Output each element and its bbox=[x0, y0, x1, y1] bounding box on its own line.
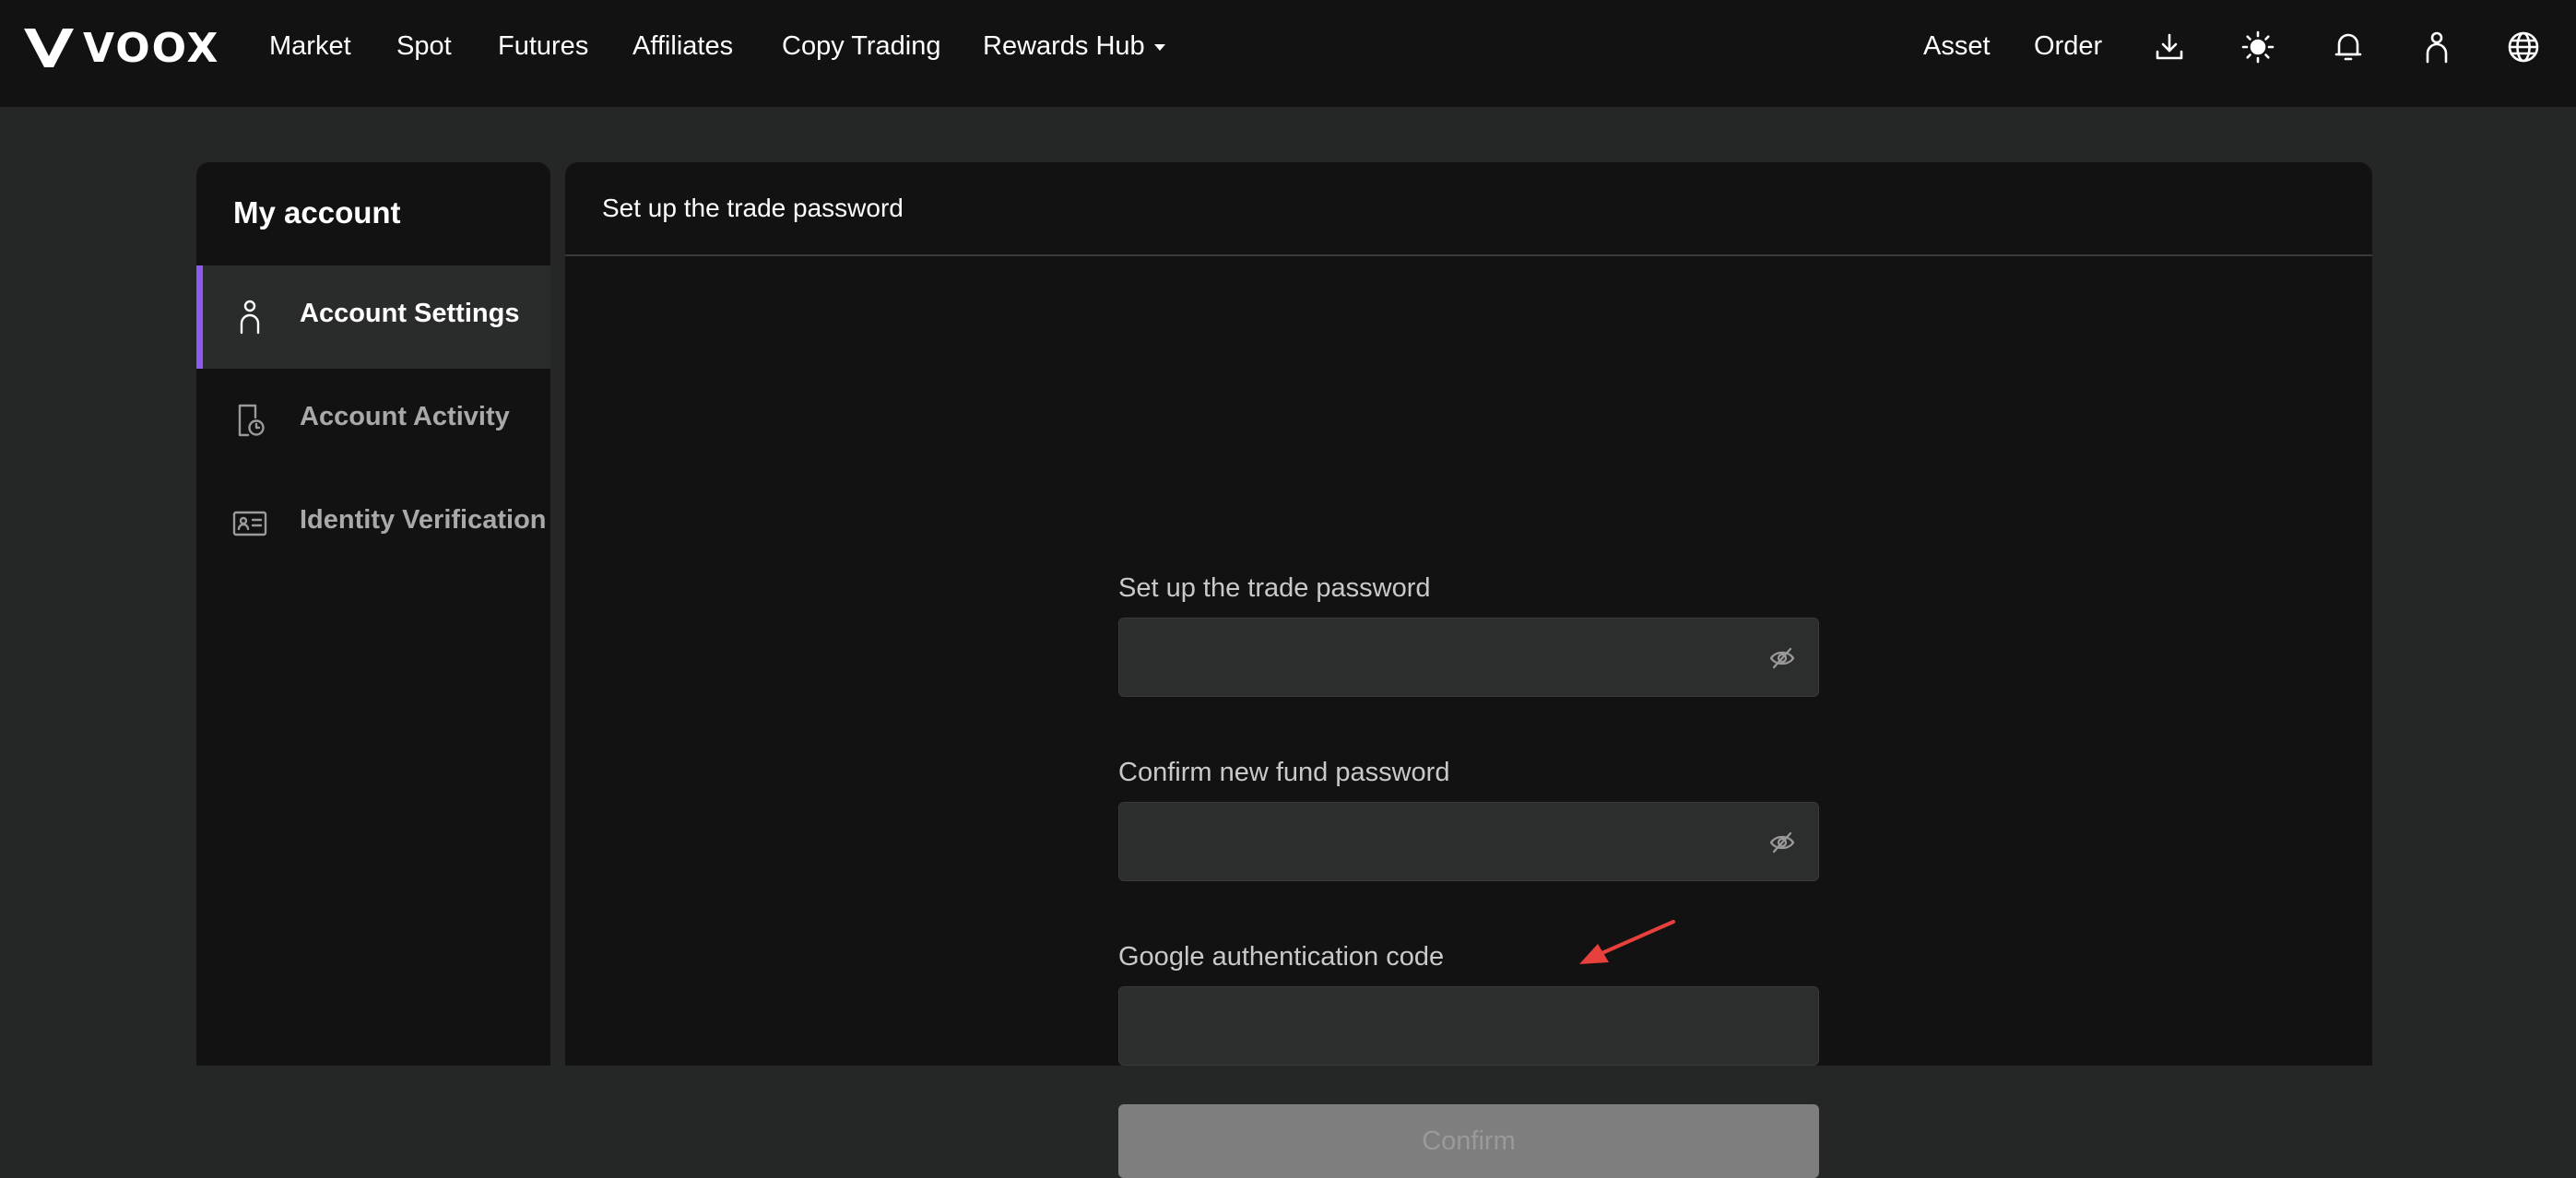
user-icon[interactable] bbox=[2417, 28, 2456, 66]
sidebar-item-identity-verification[interactable]: Identity Verification bbox=[196, 472, 550, 575]
bell-icon[interactable] bbox=[2329, 28, 2368, 66]
globe-icon[interactable] bbox=[2504, 28, 2543, 66]
nav-link-spot[interactable]: Spot bbox=[396, 28, 452, 65]
voox-logo-icon bbox=[24, 29, 74, 67]
download-icon[interactable] bbox=[2150, 28, 2189, 66]
top-navigation-bar: VOOX Market Spot Futures Affiliates Copy… bbox=[0, 0, 2576, 107]
theme-sun-icon[interactable] bbox=[2239, 28, 2277, 66]
annotation-arrow-icon bbox=[1579, 920, 1675, 964]
trade-password-panel: Set up the trade password Set up the tra… bbox=[565, 162, 2372, 1178]
sidebar-item-label: Account Settings bbox=[300, 299, 520, 328]
nav-link-futures[interactable]: Futures bbox=[498, 28, 588, 65]
nav-link-order[interactable]: Order bbox=[2034, 28, 2102, 65]
google-code-label: Google authentication code bbox=[1118, 942, 1445, 972]
sidebar-item-label: Account Activity bbox=[300, 402, 510, 431]
nav-link-copy-trading[interactable]: Copy Trading bbox=[782, 28, 941, 65]
eye-hidden-icon[interactable] bbox=[1768, 829, 1796, 856]
account-sidebar: My account Account Settings Account Acti… bbox=[196, 162, 550, 1066]
nav-link-affiliates[interactable]: Affiliates bbox=[632, 28, 733, 65]
confirm-password-label: Confirm new fund password bbox=[1118, 758, 1450, 787]
confirm-button[interactable]: Confirm bbox=[1118, 1104, 1819, 1178]
eye-hidden-icon[interactable] bbox=[1768, 644, 1796, 672]
sidebar-item-account-settings[interactable]: Account Settings bbox=[196, 265, 550, 369]
google-code-input[interactable] bbox=[1119, 987, 1767, 1066]
nav-link-rewards-hub[interactable]: Rewards Hub bbox=[983, 28, 1165, 65]
trade-password-input[interactable] bbox=[1119, 618, 1767, 698]
panel-header: Set up the trade password bbox=[565, 162, 2372, 256]
user-icon bbox=[240, 300, 260, 335]
page-title: Set up the trade password bbox=[602, 194, 904, 222]
activity-log-icon bbox=[238, 404, 265, 437]
chevron-down-icon bbox=[1153, 43, 1165, 51]
confirm-password-field bbox=[1118, 802, 1819, 882]
id-card-icon bbox=[232, 511, 267, 536]
sidebar-title: My account bbox=[233, 195, 401, 230]
confirm-password-input[interactable] bbox=[1119, 803, 1767, 882]
trade-password-label: Set up the trade password bbox=[1118, 573, 1431, 603]
nav-link-asset[interactable]: Asset bbox=[1923, 28, 1991, 65]
trade-password-field bbox=[1118, 618, 1819, 698]
sidebar-item-label: Identity Verification bbox=[300, 505, 547, 535]
nav-link-market[interactable]: Market bbox=[269, 28, 351, 65]
rewards-hub-label: Rewards Hub bbox=[983, 31, 1145, 61]
brand-logo[interactable]: VOOX bbox=[22, 24, 219, 72]
google-code-field bbox=[1118, 986, 1819, 1066]
sidebar-item-account-activity[interactable]: Account Activity bbox=[196, 369, 550, 472]
brand-name: VOOX bbox=[83, 24, 220, 72]
